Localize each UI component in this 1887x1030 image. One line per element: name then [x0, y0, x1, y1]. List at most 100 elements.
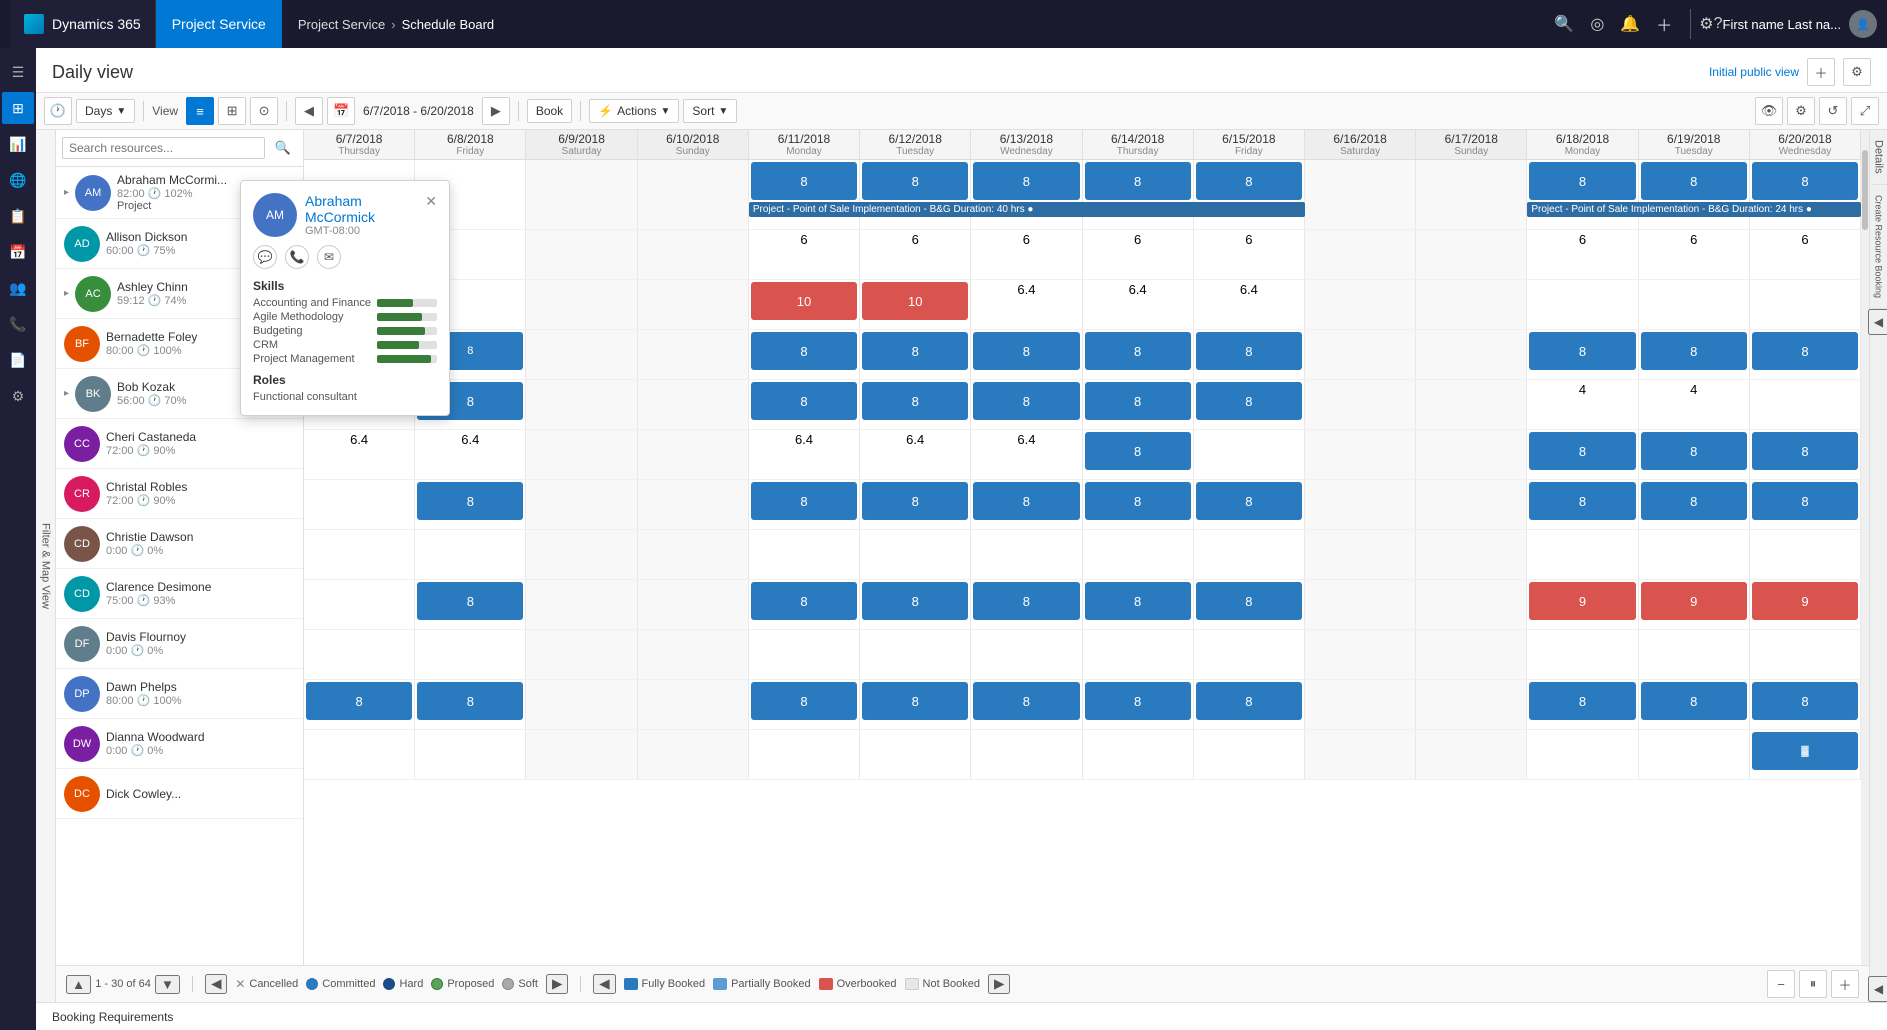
list-item[interactable]: CD Christie Dawson 0:00 🕐 0%	[56, 519, 303, 569]
list-item[interactable]: CD Clarence Desimone 75:00 🕐 93%	[56, 569, 303, 619]
filter-map-view-sidebar[interactable]: Filter & Map View	[36, 130, 56, 1002]
cal-cell[interactable]	[1305, 630, 1416, 679]
cal-cell[interactable]	[638, 630, 749, 679]
user-avatar[interactable]: 👤	[1849, 10, 1877, 38]
breadcrumb-item-1[interactable]: Project Service	[298, 17, 385, 32]
cal-cell[interactable]	[1194, 730, 1305, 779]
cal-cell[interactable]	[1527, 730, 1638, 779]
cal-cell[interactable]	[638, 480, 749, 529]
phone-icon[interactable]: 📞	[285, 245, 309, 269]
cal-cell[interactable]	[415, 630, 526, 679]
cal-cell[interactable]	[1750, 380, 1861, 429]
expand-icon-btn[interactable]: ⤢	[1851, 97, 1879, 125]
cal-cell[interactable]: 6.4	[971, 430, 1082, 479]
cal-cell[interactable]	[1305, 730, 1416, 779]
sidebar-people[interactable]: 👥	[2, 272, 34, 304]
cal-cell[interactable]	[415, 530, 526, 579]
sidebar-phone[interactable]: 📞	[2, 308, 34, 340]
cal-cell[interactable]: 8	[1527, 160, 1638, 229]
cal-cell[interactable]	[1305, 380, 1416, 429]
search-icon[interactable]: 🔍	[1554, 14, 1574, 34]
cal-cell[interactable]	[304, 630, 415, 679]
list-view-btn[interactable]: ≡	[186, 97, 214, 125]
cal-cell[interactable]	[526, 530, 637, 579]
cal-cell[interactable]	[1305, 680, 1416, 729]
cal-cell[interactable]: 8	[860, 380, 971, 429]
cal-cell[interactable]: 6.4	[860, 430, 971, 479]
cal-cell[interactable]: 6.4	[1194, 280, 1305, 329]
settings2-icon-btn[interactable]: ⚙	[1787, 97, 1815, 125]
details-tab[interactable]: Details	[1871, 130, 1887, 185]
cal-cell[interactable]: 8	[860, 580, 971, 629]
cal-cell[interactable]: 8	[1750, 680, 1861, 729]
cal-cell[interactable]: 8	[1527, 480, 1638, 529]
cal-cell[interactable]	[1639, 730, 1750, 779]
cal-cell[interactable]: 8	[971, 680, 1082, 729]
cal-cell[interactable]	[304, 530, 415, 579]
user-name[interactable]: First name Last na...	[1723, 17, 1842, 32]
cal-cell[interactable]	[638, 530, 749, 579]
cal-cell[interactable]: 10	[860, 280, 971, 329]
scrollbar[interactable]	[1861, 130, 1869, 965]
cal-cell[interactable]	[638, 380, 749, 429]
cal-cell[interactable]: 8	[860, 330, 971, 379]
cal-cell[interactable]	[860, 530, 971, 579]
cal-cell[interactable]	[1083, 530, 1194, 579]
list-item[interactable]: CC Cheri Castaneda 72:00 🕐 90%	[56, 419, 303, 469]
cal-cell[interactable]	[1639, 630, 1750, 679]
cal-cell[interactable]: 8	[415, 480, 526, 529]
email-icon[interactable]: ✉	[317, 245, 341, 269]
cal-cell[interactable]	[1416, 580, 1527, 629]
cal-cell[interactable]	[526, 480, 637, 529]
cal-cell[interactable]	[1527, 280, 1638, 329]
cal-cell[interactable]: 9	[1750, 580, 1861, 629]
cal-cell[interactable]: 6.4	[971, 280, 1082, 329]
cal-cell[interactable]: 8	[971, 580, 1082, 629]
cal-cell[interactable]	[1305, 160, 1416, 229]
help-icon[interactable]: ?	[1714, 15, 1723, 33]
calendar-icon-btn[interactable]: 📅	[327, 97, 355, 125]
create-resource-booking-tab[interactable]: Create Resource Booking	[1872, 185, 1886, 309]
cal-cell[interactable]	[1527, 630, 1638, 679]
cal-cell[interactable]	[526, 330, 637, 379]
cal-cell[interactable]: 8	[971, 380, 1082, 429]
sidebar-notes[interactable]: 📋	[2, 200, 34, 232]
cal-cell[interactable]: 8	[1083, 430, 1194, 479]
cal-cell[interactable]: 8	[1083, 580, 1194, 629]
cal-cell[interactable]	[526, 630, 637, 679]
cal-cell[interactable]	[1416, 280, 1527, 329]
cal-cell[interactable]	[860, 630, 971, 679]
cal-cell[interactable]: 8	[1083, 680, 1194, 729]
cal-cell[interactable]	[1305, 530, 1416, 579]
cal-cell[interactable]	[638, 330, 749, 379]
cal-cell[interactable]: 6	[749, 230, 860, 279]
cal-cell[interactable]: 8	[1639, 430, 1750, 479]
zoom-in-btn[interactable]: ＋	[1831, 970, 1859, 998]
expand-icon[interactable]: ▸	[64, 288, 69, 299]
cal-cell[interactable]: 8	[860, 680, 971, 729]
cal-cell[interactable]	[526, 160, 637, 229]
cal-cell[interactable]	[1083, 630, 1194, 679]
cal-cell[interactable]: 8	[1194, 580, 1305, 629]
view-settings-button[interactable]: ⚙	[1843, 58, 1871, 86]
cal-cell[interactable]: 6	[971, 230, 1082, 279]
cal-cell[interactable]	[1639, 530, 1750, 579]
cal-cell[interactable]	[1416, 630, 1527, 679]
cal-cell[interactable]: 8	[1083, 480, 1194, 529]
cal-cell[interactable]	[971, 630, 1082, 679]
collapse-right-btn[interactable]: ◀	[1868, 309, 1887, 335]
expand-icon[interactable]: ▸	[64, 388, 69, 399]
cal-cell[interactable]: 8	[749, 380, 860, 429]
cal-cell[interactable]: 8	[1194, 680, 1305, 729]
cal-cell[interactable]	[1416, 380, 1527, 429]
expand-icon[interactable]: ▸	[64, 187, 69, 198]
cal-cell[interactable]: 8	[1639, 330, 1750, 379]
cal-cell[interactable]: 8	[1750, 160, 1861, 229]
cal-cell[interactable]: 8	[1750, 330, 1861, 379]
cal-cell[interactable]	[1305, 230, 1416, 279]
cal-cell[interactable]	[638, 580, 749, 629]
cal-cell[interactable]	[1305, 580, 1416, 629]
cal-cell[interactable]	[526, 380, 637, 429]
search-resources-button[interactable]: 🔍	[269, 134, 297, 162]
cal-cell[interactable]	[638, 680, 749, 729]
